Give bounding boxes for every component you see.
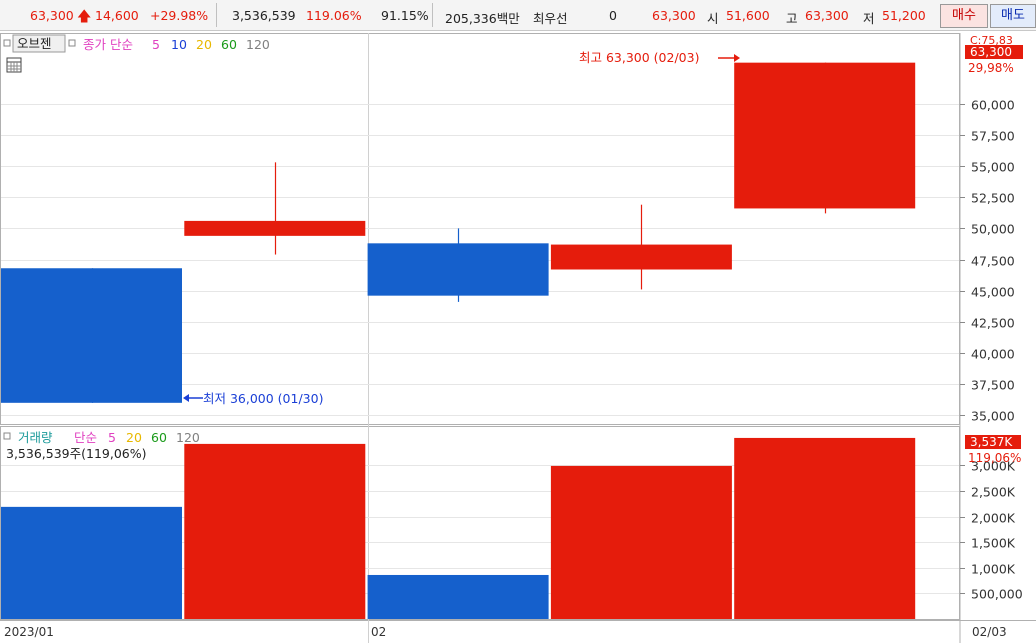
- quote-qty: 0: [609, 8, 617, 23]
- candle-body-02/01: [367, 243, 549, 296]
- open-label: 시: [707, 11, 719, 26]
- price-change-pct: +29.98%: [150, 8, 209, 23]
- ma60-label: 60: [221, 37, 237, 52]
- quote-label: 최우선: [533, 11, 568, 26]
- volume-bar-02/02: [550, 465, 732, 619]
- legend-marker-icon: [3, 39, 11, 47]
- high-annotation: 최고 63,300 (02/03): [579, 50, 699, 65]
- volume-tick-label: 1,500K: [971, 536, 1016, 551]
- price-tick-label: 35,000: [971, 409, 1015, 424]
- date-label-jan: 2023/01: [4, 625, 54, 639]
- buy-button[interactable]: 매수: [940, 4, 988, 28]
- volume-ma-label: 단순: [74, 430, 97, 445]
- low-arrow-icon: [183, 394, 203, 402]
- volume-tick-label: 1,000K: [971, 562, 1016, 577]
- volume-tick-label: 2,000K: [971, 511, 1016, 526]
- tab-label: 오브젠: [17, 36, 52, 51]
- last-date-label: 02/03: [972, 625, 1007, 639]
- ma-label: 종가 단순: [83, 37, 133, 52]
- volume-ratio: 119.06%: [306, 8, 362, 23]
- low-label: 저: [863, 11, 875, 26]
- up-arrow-icon: 🡅: [77, 9, 92, 25]
- last-volume-pct-tag: 119,06%: [968, 451, 1021, 465]
- vol-ma20-label: 20: [126, 430, 142, 445]
- date-label-feb: 02: [371, 625, 386, 639]
- volume-bar-02/01: [367, 574, 549, 619]
- quote-bar: 63,300 🡅 14,600 +29.98% 3,536,539 119.06…: [0, 0, 1036, 31]
- vol-ma120-label: 120: [176, 430, 200, 445]
- candlesticks: [1, 62, 916, 403]
- low-price: 51,200: [882, 8, 926, 23]
- last-price-tag-text: 63,300: [970, 45, 1012, 59]
- turnover-ratio: 91.15%: [381, 8, 429, 23]
- price-tick-label: 52,500: [971, 191, 1015, 206]
- price-tick-label: 55,000: [971, 160, 1015, 175]
- open-price: 51,600: [726, 8, 770, 23]
- last-change-tag: 29,98%: [968, 61, 1014, 75]
- trade-amount: 205,336백만: [445, 11, 520, 26]
- volume-bar-01/30: [1, 506, 182, 619]
- quote-price: 63,300: [652, 8, 696, 23]
- vol-ma60-label: 60: [151, 430, 167, 445]
- high-price: 63,300: [805, 8, 849, 23]
- high-arrow-icon: [718, 54, 740, 62]
- volume-tick-label: 500,000: [971, 587, 1023, 602]
- price-tick-label: 42,500: [971, 316, 1015, 331]
- candle-body-02/03: [734, 62, 916, 209]
- volume-value: 3,536,539: [232, 8, 296, 23]
- price-tick-label: 50,000: [971, 222, 1015, 237]
- candle-body-01/30: [1, 268, 182, 403]
- price-tick-label: 40,000: [971, 347, 1015, 362]
- ma5-label: 5: [152, 37, 160, 52]
- volume-title: 거래량: [18, 430, 53, 445]
- volume-tick-label: 2,500K: [971, 485, 1016, 500]
- ma10-label: 10: [171, 37, 187, 52]
- price-tick-label: 47,500: [971, 254, 1015, 269]
- chart-area[interactable]: 35,000 37,500 40,000 42,500 45,000 47,500 50,0…: [0, 30, 1036, 643]
- volume-text: 3,536,539주(119,06%): [6, 446, 147, 461]
- legend-marker-icon: [68, 39, 76, 47]
- table-icon[interactable]: [6, 57, 22, 73]
- low-annotation: 최저 36,000 (01/30): [203, 391, 323, 406]
- volume-bar-01/31: [184, 443, 366, 619]
- ma20-label: 20: [196, 37, 212, 52]
- price-tick-label: 45,000: [971, 285, 1015, 300]
- price-change: 14,600: [95, 8, 139, 23]
- price-tick-label: 57,500: [971, 129, 1015, 144]
- sell-button[interactable]: 매도: [990, 4, 1036, 28]
- candle-body-02/02: [550, 244, 732, 270]
- high-label: 고: [786, 11, 798, 26]
- volume-axis-ticks: 500,0001,000K1,500K2,000K2,500K3,000K: [960, 459, 1023, 602]
- last-volume-tag-text: 3,537K: [970, 435, 1013, 449]
- price-tick-label: 37,500: [971, 378, 1015, 393]
- legend-marker-icon: [3, 432, 11, 440]
- volume-bar-02/03: [734, 437, 916, 619]
- vol-ma5-label: 5: [108, 430, 116, 445]
- current-price: 63,300: [30, 8, 74, 23]
- ma120-label: 120: [246, 37, 270, 52]
- candle-body-01/31: [184, 220, 366, 236]
- price-tick-label: 60,000: [971, 98, 1015, 113]
- price-axis-ticks: 35,000 37,500 40,000 42,500 45,000 47,500 50,0…: [960, 98, 1015, 424]
